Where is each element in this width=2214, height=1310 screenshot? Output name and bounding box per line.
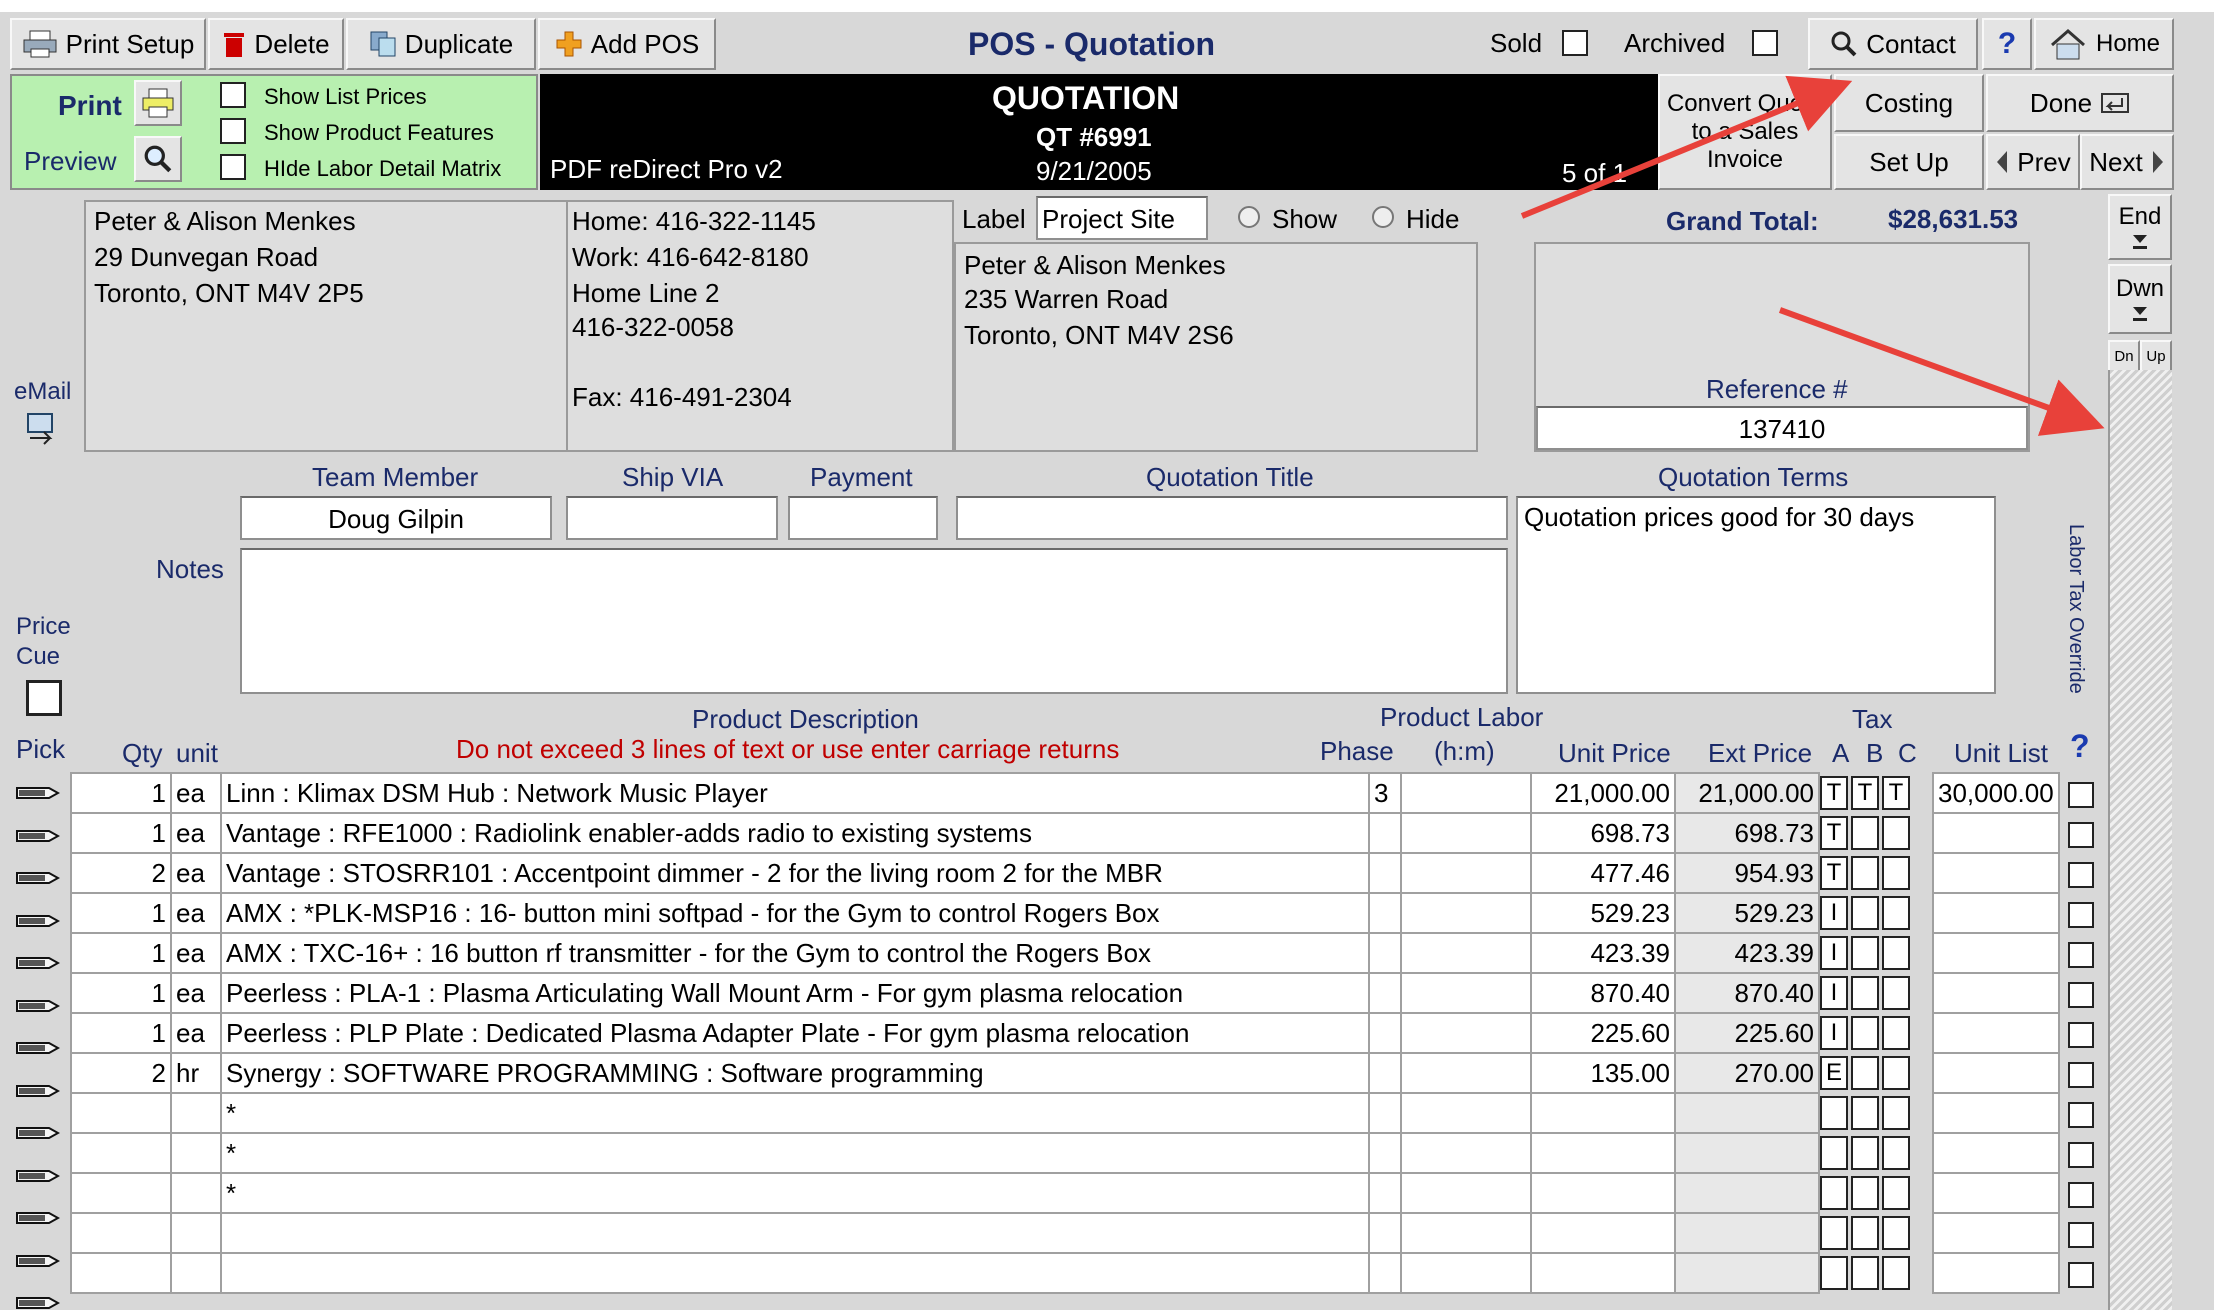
- arrow-to-scrollbar: [1778, 307, 2105, 436]
- annotation-arrows: [1520, 75, 2105, 436]
- arrow-to-costing: [1520, 75, 1853, 219]
